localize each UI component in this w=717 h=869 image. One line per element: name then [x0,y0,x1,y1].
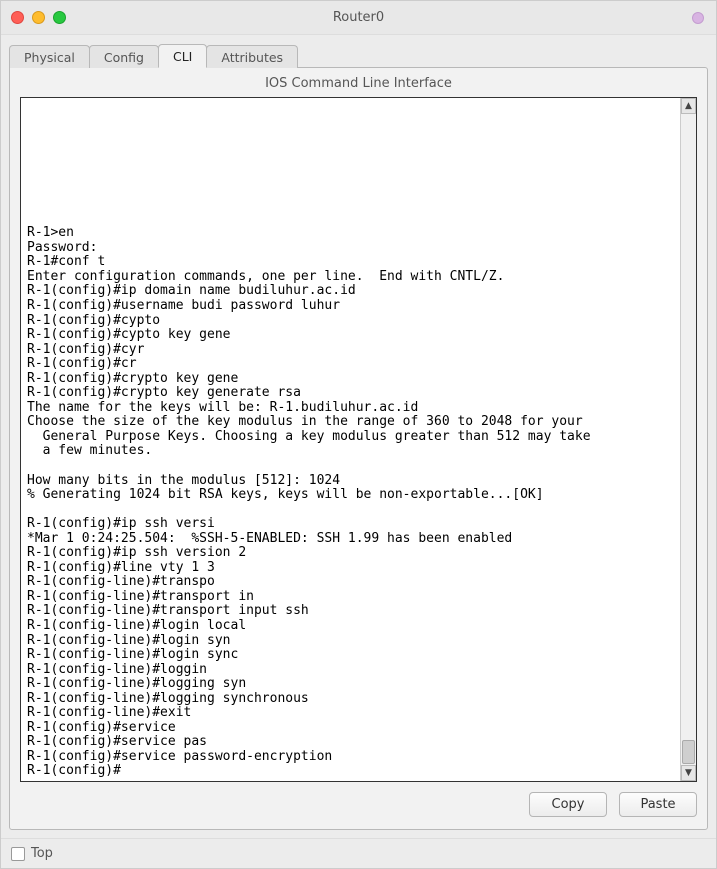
presence-dot-icon [692,12,704,24]
content-area: Physical Config CLI Attributes IOS Comma… [1,35,716,838]
scroll-down-arrow-icon[interactable]: ▼ [681,765,696,781]
footer: Top [1,838,716,868]
tab-attributes[interactable]: Attributes [206,45,298,68]
copy-button[interactable]: Copy [529,792,607,817]
terminal-container: R-1>en Password: R-1#conf t Enter config… [20,97,697,782]
tab-physical[interactable]: Physical [9,45,90,68]
minimize-window-button[interactable] [32,11,45,24]
scroll-up-arrow-icon[interactable]: ▲ [681,98,696,114]
tab-bar: Physical Config CLI Attributes [9,41,708,67]
top-checkbox[interactable] [11,847,25,861]
button-row: Copy Paste [20,782,697,817]
app-window: Router0 Physical Config CLI Attributes I… [0,0,717,869]
tab-cli[interactable]: CLI [158,44,207,68]
scroll-thumb[interactable] [682,740,695,764]
top-label: Top [31,846,53,861]
paste-button[interactable]: Paste [619,792,697,817]
titlebar: Router0 [1,1,716,35]
panel-title: IOS Command Line Interface [20,74,697,97]
close-window-button[interactable] [11,11,24,24]
window-title: Router0 [1,10,716,25]
tab-config[interactable]: Config [89,45,159,68]
terminal-scrollbar[interactable]: ▲ ▼ [680,98,696,781]
cli-panel: IOS Command Line Interface R-1>en Passwo… [9,67,708,830]
maximize-window-button[interactable] [53,11,66,24]
cli-terminal[interactable]: R-1>en Password: R-1#conf t Enter config… [21,98,680,781]
window-controls [1,11,66,24]
